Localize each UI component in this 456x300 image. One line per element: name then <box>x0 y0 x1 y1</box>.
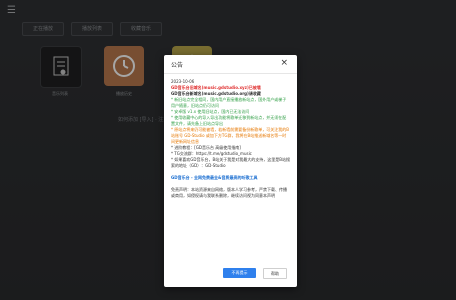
announcement-line: * 新旧站点完全相同，国内用户直接播放新站点，国外用户或梯子用户随意，旧站点仍可… <box>171 97 287 108</box>
announcement-line: * 原站点将来仍可能被墙，若新墙前需要备份新歌单，可关注我的B站账号 GD-St… <box>171 127 290 144</box>
dont-show-again-button[interactable]: 不再提示 <box>223 268 256 278</box>
announcement-line: * 使用收藏中心的导入导出功能将歌单迁移到新站点，并无须在配置文件，请先备上旧站… <box>171 115 287 126</box>
dialog-footer: 不再提示 帮助 <box>223 268 287 279</box>
dialog-title: 公告 <box>171 62 184 69</box>
help-button[interactable]: 帮助 <box>263 268 287 279</box>
announcement-dialog: 公告 × 2023-10-06 GD音乐台旧域名(music.gdstudio.x… <box>164 55 297 287</box>
dialog-header: 公告 × <box>164 55 297 74</box>
close-icon[interactable]: × <box>280 58 288 68</box>
announcement-line: * 如果喜欢GD音乐台，B站关于我是对我最大的支持，这里是B站搜索的地址（GD）… <box>171 157 290 168</box>
announcement-line: 免责声明：本站资源来自网络，版本人学习参考，严禁下载、传播或商用，如侵权请与我联… <box>171 187 287 198</box>
dialog-body: 2023-10-06 GD音乐台旧域名(music.gdstudio.xyz)已被… <box>171 79 290 260</box>
